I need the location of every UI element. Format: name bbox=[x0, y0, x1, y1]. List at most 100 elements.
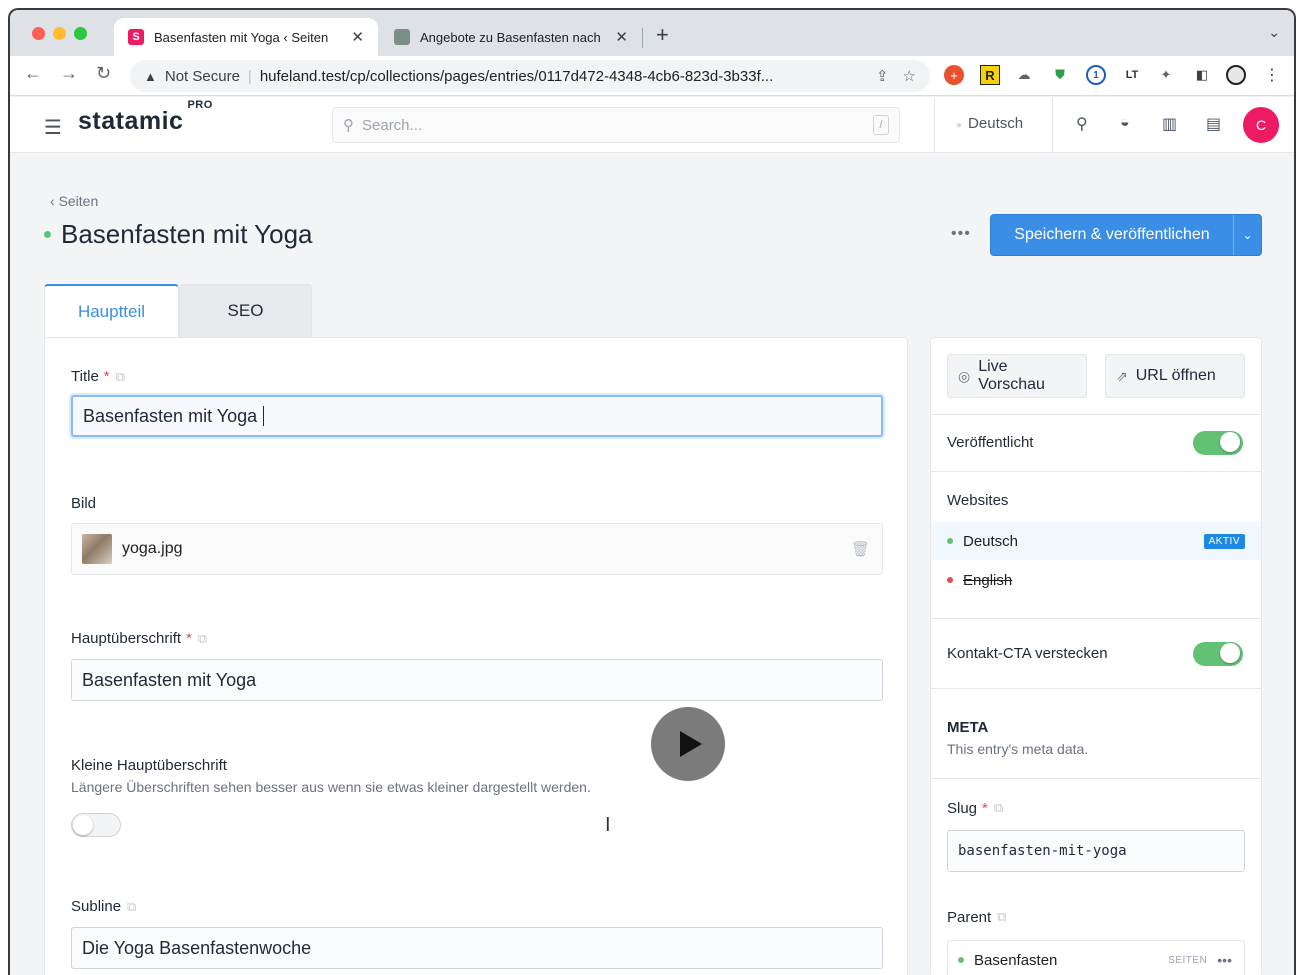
more-actions-icon[interactable]: ••• bbox=[951, 225, 971, 243]
title-input[interactable]: Basenfasten mit Yoga bbox=[71, 395, 883, 437]
content-tabs: Hauptteil SEO bbox=[44, 284, 312, 337]
parent-more-icon[interactable]: ••• bbox=[1217, 952, 1232, 968]
hauptueberschrift-value: Basenfasten mit Yoga bbox=[82, 669, 257, 690]
subline-value: Die Yoga Basenfastenwoche bbox=[82, 937, 312, 958]
site-item-deutsch[interactable]: Deutsch AKTIV bbox=[931, 522, 1261, 560]
statamic-logo[interactable]: statamicPRO bbox=[78, 99, 213, 136]
close-window-button[interactable] bbox=[32, 27, 45, 40]
forward-arrow-icon[interactable]: → bbox=[60, 63, 78, 84]
docs-book-icon[interactable]: ▥ bbox=[1162, 114, 1177, 134]
site-status-dot bbox=[947, 538, 953, 544]
translate-icon: ⧉ bbox=[197, 630, 208, 646]
security-label: Not Secure bbox=[164, 67, 240, 85]
site-item-english[interactable]: English bbox=[931, 561, 1261, 599]
breadcrumb[interactable]: ‹ Seiten bbox=[50, 193, 98, 209]
share-icon[interactable]: ⇪ bbox=[876, 67, 889, 85]
open-url-label: URL öffnen bbox=[1135, 367, 1216, 384]
tab-close-icon[interactable]: ✕ bbox=[615, 28, 628, 46]
browser-menu-icon[interactable]: ⋮ bbox=[1262, 65, 1282, 85]
back-arrow-icon[interactable]: ← bbox=[24, 63, 42, 84]
kleine-toggle[interactable] bbox=[71, 813, 121, 837]
translate-icon: ⧉ bbox=[993, 800, 1004, 815]
published-status-dot bbox=[44, 231, 51, 238]
new-tab-button[interactable]: + bbox=[656, 22, 669, 48]
slug-input[interactable]: basenfasten-mit-yoga bbox=[947, 830, 1245, 872]
avatar[interactable]: C bbox=[1243, 107, 1279, 143]
subline-input[interactable]: Die Yoga Basenfastenwoche bbox=[71, 927, 883, 969]
extension-r-icon[interactable]: R bbox=[980, 65, 1000, 85]
header-divider bbox=[1052, 97, 1053, 153]
browser-tab-inactive[interactable]: Angebote zu Basenfasten nach ✕ bbox=[380, 18, 642, 56]
slug-field-label: Slug * ⧉ bbox=[947, 800, 1003, 817]
browser-tab-active[interactable]: S Basenfasten mit Yoga ‹ Seiten ✕ bbox=[114, 18, 378, 56]
minimize-window-button[interactable] bbox=[53, 27, 66, 40]
search-placeholder: Search... bbox=[362, 116, 423, 134]
subline-label-text: Subline bbox=[71, 898, 122, 915]
chevron-left-icon: ‹ bbox=[50, 193, 59, 209]
open-url-button[interactable]: ⇗ URL öffnen bbox=[1105, 354, 1245, 398]
browser-toolbar: ← → ↻ ▲ Not Secure | hufeland.test/cp/co… bbox=[10, 56, 1294, 96]
parent-relation-field[interactable]: Basenfasten SEITEN ••• bbox=[947, 940, 1245, 975]
hamburger-menu-icon[interactable]: ☰ bbox=[44, 115, 62, 140]
sidepanel-icon[interactable]: ◧ bbox=[1192, 65, 1212, 85]
site-selector[interactable]: ● Deutsch bbox=[956, 115, 1023, 132]
slug-label-text: Slug bbox=[947, 800, 978, 817]
slug-value: basenfasten-mit-yoga bbox=[958, 843, 1127, 859]
extension-password-icon[interactable]: 1 bbox=[1086, 65, 1106, 85]
bild-field-label: Bild bbox=[71, 495, 96, 512]
parent-field-label: Parent ⧉ bbox=[947, 909, 1007, 926]
extensions-puzzle-icon[interactable]: ✦ bbox=[1156, 65, 1176, 85]
translate-icon: ⧉ bbox=[127, 898, 137, 914]
websites-label: Websites bbox=[947, 492, 1009, 509]
translate-icon: ⧉ bbox=[997, 909, 1007, 924]
address-bar[interactable]: ▲ Not Secure | hufeland.test/cp/collecti… bbox=[130, 60, 930, 92]
published-toggle[interactable] bbox=[1193, 431, 1243, 455]
toggle-knob bbox=[1220, 643, 1240, 663]
chevron-down-icon[interactable]: ⌄ bbox=[1233, 215, 1261, 255]
live-preview-button[interactable]: ◎ Live Vorschau bbox=[947, 354, 1087, 398]
zoom-window-button[interactable] bbox=[74, 27, 87, 40]
extension-cloud-icon[interactable]: ☁ bbox=[1014, 65, 1034, 85]
video-play-icon[interactable] bbox=[651, 707, 725, 781]
asset-filename: yoga.jpg bbox=[122, 540, 183, 557]
extension-plus-icon[interactable]: + bbox=[944, 65, 964, 85]
site-item-label: Deutsch bbox=[963, 532, 1019, 550]
tab-close-icon[interactable]: ✕ bbox=[351, 28, 364, 46]
asset-field[interactable]: yoga.jpg 🗑 bbox=[71, 523, 883, 575]
theme-toggle-icon[interactable]: ◒ bbox=[1120, 114, 1130, 132]
main-form-card: Title * ⧉ Basenfasten mit Yoga Bild yoga… bbox=[44, 337, 908, 975]
required-marker: * bbox=[103, 368, 110, 385]
tab-hauptteil[interactable]: Hauptteil bbox=[44, 284, 179, 337]
extension-shield-icon[interactable]: ⛊ bbox=[1050, 65, 1070, 85]
logo-text: statamic bbox=[78, 107, 184, 135]
trash-icon[interactable]: 🗑 bbox=[851, 540, 870, 558]
browser-window: S Basenfasten mit Yoga ‹ Seiten ✕ Angebo… bbox=[8, 8, 1296, 975]
search-input[interactable]: ⚲ Search... / bbox=[332, 107, 900, 143]
hauptueberschrift-input[interactable]: Basenfasten mit Yoga bbox=[71, 659, 883, 701]
sidebar-card: ◎ Live Vorschau ⇗ URL öffnen Veröffentlich… bbox=[930, 337, 1262, 975]
divider bbox=[931, 778, 1261, 779]
pin-icon[interactable]: ⚲ bbox=[1076, 114, 1088, 134]
play-triangle bbox=[680, 731, 702, 757]
profile-icon[interactable] bbox=[1226, 65, 1246, 85]
reload-icon[interactable]: ↻ bbox=[96, 63, 111, 84]
toggle-knob bbox=[73, 815, 93, 835]
site-item-label: English bbox=[963, 571, 1013, 589]
extension-lt-icon[interactable]: LT bbox=[1122, 65, 1142, 85]
hide-cta-toggle[interactable] bbox=[1193, 642, 1243, 666]
breadcrumb-label: Seiten bbox=[58, 193, 99, 209]
translate-icon: ⧉ bbox=[115, 368, 125, 384]
divider bbox=[931, 414, 1261, 415]
tab-title: Basenfasten mit Yoga ‹ Seiten bbox=[154, 29, 329, 45]
chevron-down-icon[interactable]: ⌄ bbox=[1268, 24, 1280, 41]
statamic-favicon-icon: S bbox=[128, 29, 144, 45]
save-publish-button[interactable]: Speichern & veröffentlichen ⌄ bbox=[990, 214, 1262, 256]
meta-section-title: META bbox=[947, 719, 989, 736]
page-favicon-icon bbox=[394, 29, 410, 45]
bookmark-star-icon[interactable]: ☆ bbox=[903, 67, 916, 85]
kleine-label-text: Kleine Hauptüberschrift bbox=[71, 757, 227, 774]
title-input-value: Basenfasten mit Yoga bbox=[83, 405, 258, 426]
tab-seo[interactable]: SEO bbox=[179, 284, 312, 337]
site-view-icon[interactable]: ▤ bbox=[1206, 114, 1221, 134]
save-publish-label[interactable]: Speichern & veröffentlichen bbox=[991, 215, 1233, 255]
